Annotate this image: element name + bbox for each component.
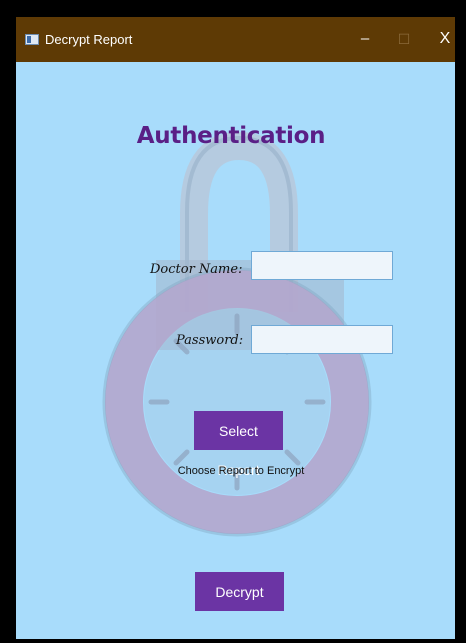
- window-title: Decrypt Report: [45, 32, 133, 47]
- password-label: Password:: [176, 333, 244, 348]
- doctor-name-label: Doctor Name:: [150, 262, 243, 277]
- close-button[interactable]: X: [432, 27, 455, 51]
- select-report-button[interactable]: Select Report: [194, 411, 283, 478]
- authentication-heading: Authentication: [136, 123, 326, 149]
- maximize-button[interactable]: ☐: [389, 27, 419, 51]
- decrypt-button[interactable]: Decrypt: [195, 572, 284, 611]
- app-window-icon: [25, 34, 39, 45]
- title-bar[interactable]: Decrypt Report – ☐ X: [16, 17, 455, 62]
- decrypt-report-window: Decrypt Report – ☐ X Authentication Doct…: [16, 17, 455, 639]
- select-report-hint: Choose Report to Encrypt: [177, 465, 305, 477]
- password-input[interactable]: [251, 325, 393, 354]
- minimize-button[interactable]: –: [350, 27, 380, 51]
- doctor-name-input[interactable]: [251, 251, 393, 280]
